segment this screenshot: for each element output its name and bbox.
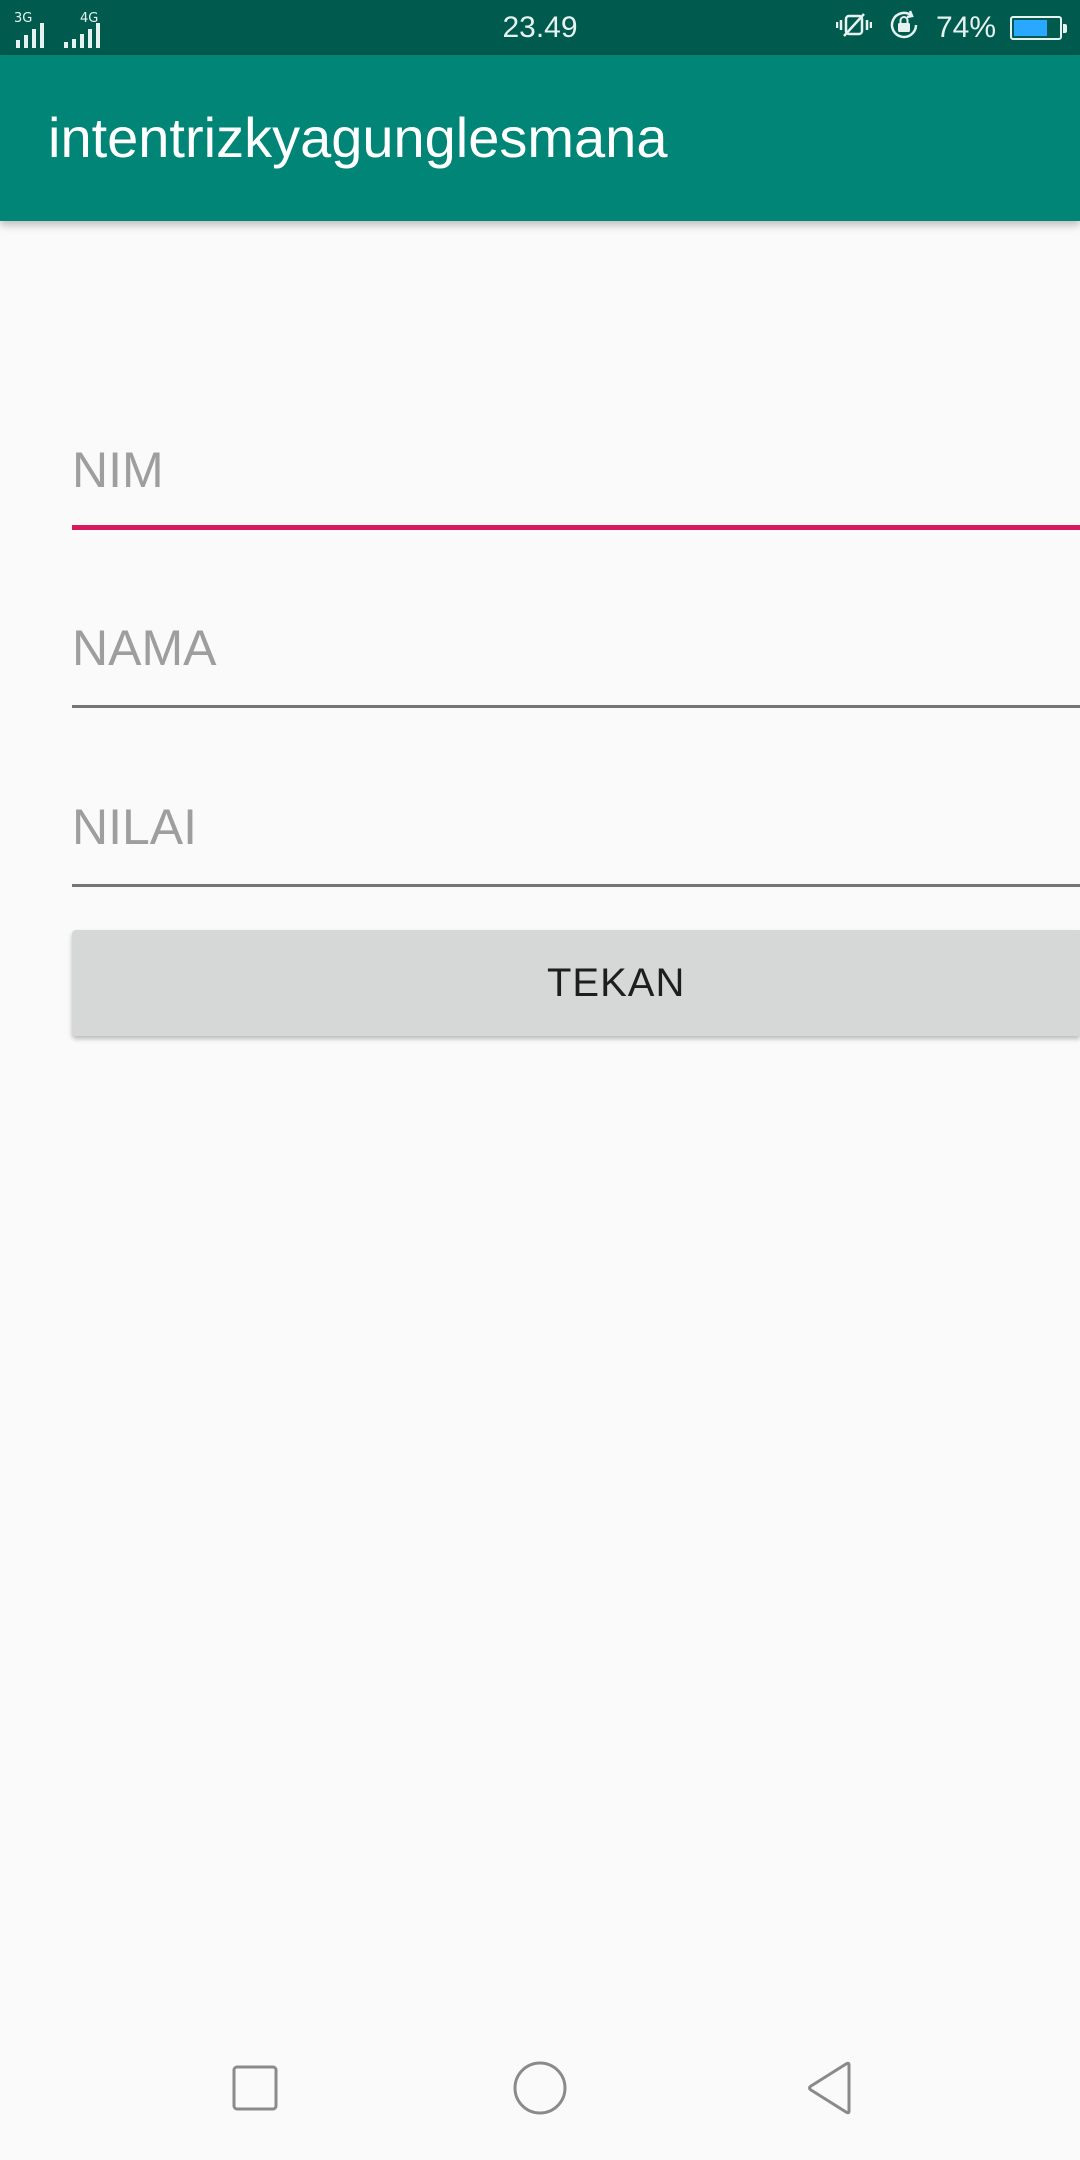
nilai-input[interactable] bbox=[72, 757, 1080, 887]
vibrate-icon bbox=[835, 10, 873, 45]
nama-underline bbox=[72, 705, 1080, 708]
nilai-underline bbox=[72, 884, 1080, 887]
battery-percent: 74% bbox=[935, 10, 996, 44]
recent-apps-icon bbox=[232, 2065, 278, 2116]
battery-icon bbox=[1010, 15, 1067, 40]
app-bar: intentrizkyagunglesmana bbox=[0, 55, 1080, 221]
battery-level bbox=[1014, 19, 1047, 36]
screen: 3G 4G 23.49 74% intentrizkyagunglesmana … bbox=[0, 0, 1080, 2160]
recent-apps-button[interactable] bbox=[185, 2020, 325, 2160]
home-button[interactable] bbox=[470, 2020, 610, 2160]
nim-field[interactable] bbox=[72, 400, 1080, 530]
navigation-bar bbox=[0, 2020, 1080, 2160]
nim-underline bbox=[72, 525, 1080, 530]
app-title: intentrizkyagunglesmana bbox=[48, 106, 668, 169]
status-bar: 3G 4G 23.49 74% bbox=[0, 0, 1080, 55]
nama-input[interactable] bbox=[72, 578, 1080, 708]
nim-input[interactable] bbox=[72, 400, 1080, 530]
home-icon bbox=[512, 2060, 568, 2121]
rotation-lock-icon bbox=[886, 8, 922, 47]
back-button[interactable] bbox=[760, 2020, 900, 2160]
nama-field[interactable] bbox=[72, 578, 1080, 708]
nilai-field[interactable] bbox=[72, 757, 1080, 887]
tekan-button[interactable]: TEKAN bbox=[72, 930, 1080, 1036]
status-right: 74% bbox=[835, 0, 1067, 55]
back-icon bbox=[805, 2061, 855, 2120]
